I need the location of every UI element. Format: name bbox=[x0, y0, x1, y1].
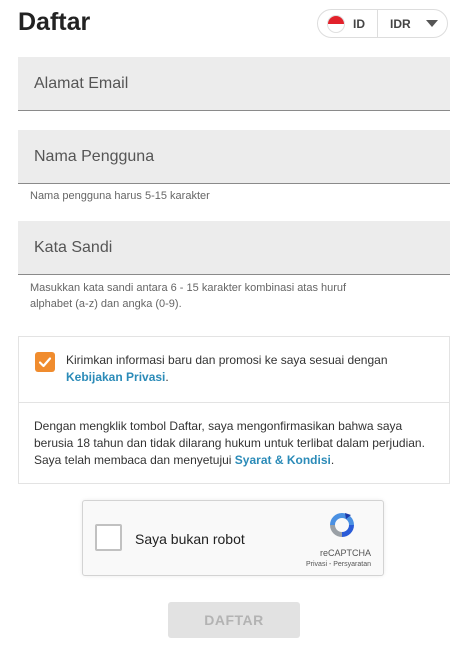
username-hint: Nama pengguna harus 5-15 karakter bbox=[30, 190, 210, 202]
email-field[interactable]: Alamat Email bbox=[18, 57, 450, 111]
password-hint-line-1: Masukkan kata sandi antara 6 - 15 karakt… bbox=[30, 282, 347, 294]
terms-conditions-link[interactable]: Syarat & Kondisi bbox=[235, 453, 331, 467]
recaptcha-checkbox[interactable] bbox=[95, 524, 122, 551]
promo-consent-text: Kirimkan informasi baru dan promosi ke s… bbox=[66, 352, 437, 386]
password-field[interactable]: Kata Sandi bbox=[18, 221, 450, 275]
currency-code: IDR bbox=[390, 16, 411, 31]
page-title: Daftar bbox=[18, 8, 91, 36]
language-selector[interactable]: ID bbox=[318, 10, 378, 37]
terms-text: Dengan mengklik tombol Daftar, saya meng… bbox=[34, 419, 425, 467]
password-hint-line-2: alphabet (a-z) dan angka (0-9). bbox=[30, 298, 182, 310]
period: . bbox=[330, 453, 335, 467]
password-placeholder: Kata Sandi bbox=[34, 239, 113, 256]
recaptcha-links: Privasi - Persyaratan bbox=[306, 561, 371, 568]
language-code: ID bbox=[353, 16, 365, 31]
language-currency-selector: ID IDR bbox=[317, 9, 448, 38]
email-placeholder: Alamat Email bbox=[34, 75, 129, 92]
recaptcha-widget: Saya bukan robot reCAPTCHA Privasi - Per… bbox=[82, 500, 384, 576]
password-hint: Masukkan kata sandi antara 6 - 15 karakt… bbox=[30, 280, 346, 312]
recaptcha-label: Saya bukan robot bbox=[135, 531, 245, 547]
recaptcha-terms-link[interactable]: Persyaratan bbox=[333, 561, 371, 568]
terms-consent-text: Dengan mengklik tombol Daftar, saya meng… bbox=[34, 418, 437, 469]
currency-selector[interactable]: IDR bbox=[378, 10, 447, 37]
privacy-policy-link[interactable]: Kebijakan Privasi bbox=[66, 370, 165, 384]
username-field[interactable]: Nama Pengguna bbox=[18, 130, 450, 184]
consent-card: Kirimkan informasi baru dan promosi ke s… bbox=[18, 336, 450, 484]
register-button[interactable]: DAFTAR bbox=[168, 602, 300, 638]
promo-checkbox[interactable] bbox=[35, 352, 55, 372]
recaptcha-brand: reCAPTCHA bbox=[319, 548, 371, 558]
indonesia-flag-icon bbox=[327, 14, 345, 33]
divider bbox=[19, 402, 449, 403]
username-placeholder: Nama Pengguna bbox=[34, 148, 155, 165]
checkmark-icon bbox=[38, 357, 52, 368]
recaptcha-logo-icon bbox=[330, 513, 354, 537]
period: . bbox=[165, 370, 169, 384]
chevron-down-icon bbox=[425, 20, 438, 27]
recaptcha-privacy-link[interactable]: Privasi bbox=[306, 561, 327, 568]
promo-text: Kirimkan informasi baru dan promosi ke s… bbox=[66, 353, 388, 367]
